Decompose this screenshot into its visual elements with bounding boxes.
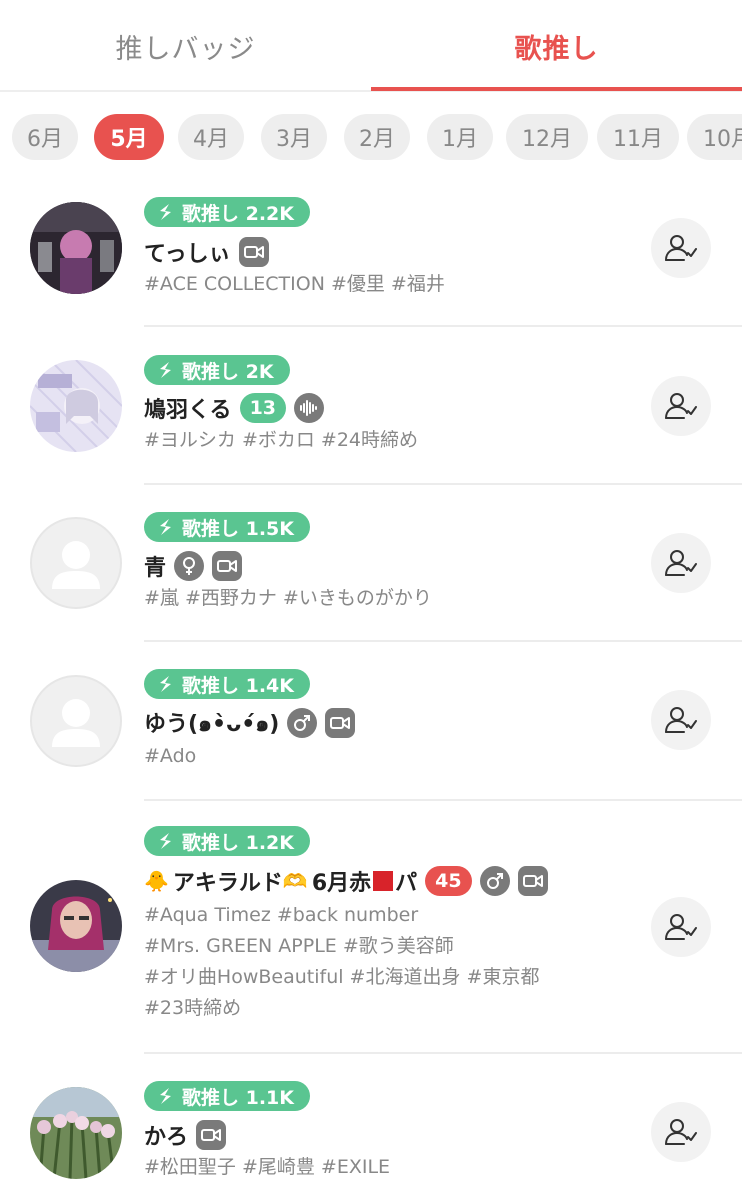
- follow-button[interactable]: [651, 533, 711, 593]
- user-check-icon: [665, 393, 697, 419]
- chick-emoji: 🐥: [144, 869, 169, 893]
- follow-button[interactable]: [651, 376, 711, 436]
- user-name: てっしぃ: [144, 242, 231, 267]
- month-chip-2[interactable]: 2月: [344, 114, 410, 160]
- user-name: かろ: [144, 1125, 189, 1150]
- badge-label: 歌推し 2K: [182, 360, 274, 383]
- month-chip-10[interactable]: 10月: [687, 114, 742, 160]
- tab-uta-oshi[interactable]: 歌推し: [371, 0, 742, 92]
- video-icon: [517, 866, 548, 896]
- tag-line: #オリ曲HowBeautiful #北海道出身 #東京都: [144, 966, 540, 988]
- female-icon: [174, 551, 205, 581]
- month-chip-4[interactable]: 4月: [178, 114, 244, 160]
- bolt-icon: [160, 204, 171, 220]
- avatar[interactable]: [30, 202, 122, 294]
- month-chip-5[interactable]: 5月: [94, 114, 164, 160]
- user-name: アキラルド: [172, 871, 283, 896]
- user-check-icon: [665, 235, 697, 261]
- tag-line: #23時締め: [144, 997, 242, 1019]
- bolt-icon: [160, 519, 171, 535]
- month-chip-3[interactable]: 3月: [261, 114, 327, 160]
- user-tags: #松田聖子 #尾崎豊 #EXILE: [144, 1156, 391, 1178]
- uta-oshi-badge: 歌推し 1.5K: [144, 512, 310, 542]
- default-avatar[interactable]: [30, 675, 122, 767]
- red-square-icon: [373, 871, 394, 891]
- divider: [144, 325, 742, 327]
- divider: [144, 640, 742, 642]
- video-icon: [196, 1120, 227, 1150]
- bolt-icon: [160, 676, 171, 692]
- bolt-icon: [160, 833, 171, 849]
- default-avatar[interactable]: [30, 517, 122, 609]
- tab-oshi-badge[interactable]: 推しバッジ: [0, 0, 371, 92]
- male-icon: [287, 708, 318, 738]
- active-tab-indicator: [371, 87, 742, 91]
- avatar[interactable]: [30, 880, 122, 972]
- audio-wave-icon: [294, 393, 325, 423]
- divider: [144, 483, 742, 485]
- month-chip-12[interactable]: 12月: [506, 114, 588, 160]
- heart-hands-emoji: 🫶: [282, 869, 308, 893]
- badge-label: 歌推し 1.4K: [182, 674, 294, 697]
- month-chip-1[interactable]: 1月: [427, 114, 493, 160]
- divider: [144, 799, 742, 801]
- uta-oshi-badge: 歌推し 2K: [144, 355, 290, 385]
- top-tab-bar: 推しバッジ 歌推し: [0, 0, 742, 92]
- badge-label: 歌推し 1.5K: [182, 517, 294, 540]
- badge-label: 歌推し 1.1K: [182, 1086, 294, 1109]
- user-tags: #ヨルシカ #ボカロ #24時締め: [144, 429, 419, 451]
- avatar[interactable]: [30, 360, 122, 452]
- uta-oshi-badge: 歌推し 1.4K: [144, 669, 310, 699]
- user-name-tail: パ: [395, 871, 418, 896]
- male-icon: [479, 866, 510, 896]
- uta-oshi-badge: 歌推し 1.1K: [144, 1081, 310, 1111]
- level-badge: 45: [425, 866, 472, 896]
- user-name-suffix: 6月赤: [311, 871, 372, 896]
- video-icon: [238, 237, 269, 267]
- user-check-icon: [665, 914, 697, 940]
- avatar[interactable]: [30, 1087, 122, 1179]
- tag-line: #Aqua Timez #back number: [144, 904, 419, 926]
- follow-button[interactable]: [651, 1102, 711, 1162]
- user-tags: #Aqua Timez #back number #Mrs. GREEN APP…: [144, 900, 614, 1024]
- user-tags: #ACE COLLECTION #優里 #福井: [144, 273, 445, 295]
- user-check-icon: [665, 550, 697, 576]
- month-chip-11[interactable]: 11月: [597, 114, 679, 160]
- follow-button[interactable]: [651, 897, 711, 957]
- divider: [144, 1052, 742, 1054]
- badge-label: 歌推し 1.2K: [182, 831, 294, 854]
- level-badge: 13: [239, 393, 287, 423]
- tag-line: #Mrs. GREEN APPLE #歌う美容師: [144, 935, 454, 957]
- user-name: ゆう(๑•̀ᴗ•́๑): [144, 711, 280, 737]
- follow-button[interactable]: [651, 218, 711, 278]
- month-selector: 6月 5月 4月 3月 2月 1月 12月 11月 10月: [0, 114, 742, 160]
- user-tags: #嵐 #西野カナ #いきものがかり: [144, 587, 432, 609]
- follow-button[interactable]: [651, 690, 711, 750]
- user-name: 青: [144, 556, 167, 581]
- month-chip-6[interactable]: 6月: [12, 114, 78, 160]
- badge-label: 歌推し 2.2K: [182, 202, 294, 225]
- bolt-icon: [160, 1088, 171, 1104]
- bolt-icon: [160, 362, 171, 378]
- uta-oshi-badge: 歌推し 2.2K: [144, 197, 310, 227]
- video-icon: [325, 708, 356, 738]
- user-check-icon: [665, 1119, 697, 1145]
- user-check-icon: [665, 707, 697, 733]
- uta-oshi-badge: 歌推し 1.2K: [144, 826, 310, 856]
- video-icon: [212, 551, 243, 581]
- user-name: 鳩羽くる: [144, 398, 232, 423]
- user-tags: #Ado: [144, 745, 197, 767]
